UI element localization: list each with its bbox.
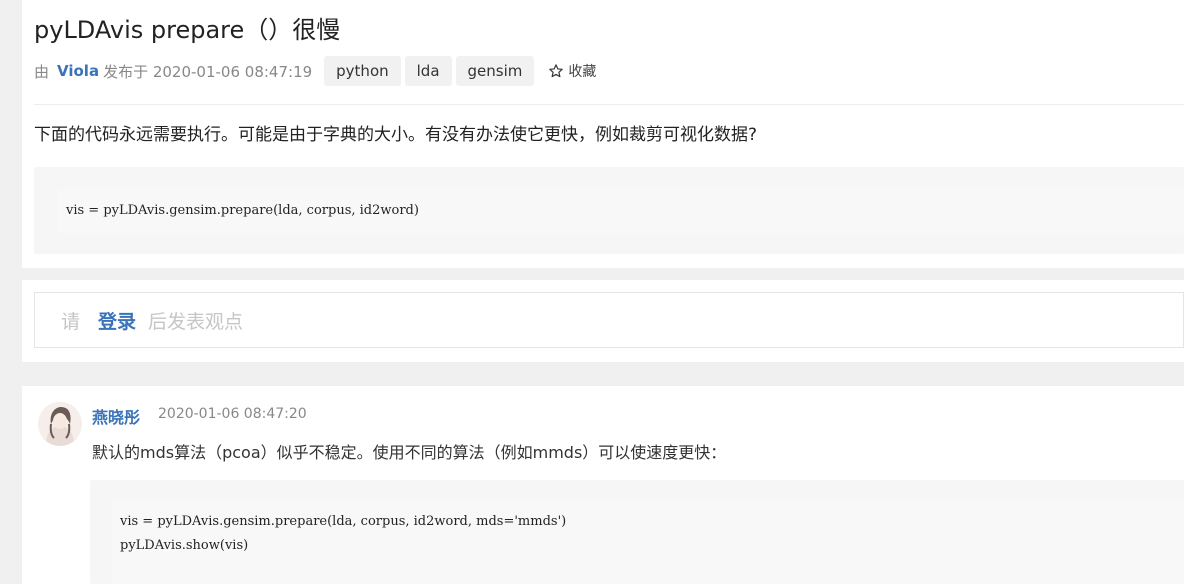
login-link[interactable]: 登录 bbox=[98, 307, 136, 334]
collect-button[interactable]: 收藏 bbox=[548, 61, 596, 81]
star-icon bbox=[549, 64, 564, 78]
code-line: vis = pyLDAvis.gensim.prepare(lda, corpu… bbox=[66, 203, 419, 218]
answer-card: 燕晓彤 2020-01-06 08:47:20 默认的mds算法（pcoa）似乎… bbox=[22, 386, 1184, 584]
tag-list: python lda gensim bbox=[324, 56, 538, 86]
code-inner: vis = pyLDAvis.gensim.prepare(lda, corpu… bbox=[58, 189, 1184, 233]
tag-lda[interactable]: lda bbox=[404, 56, 452, 86]
by-label: 由 bbox=[34, 62, 50, 81]
divider bbox=[34, 104, 1184, 105]
page-title: pyLDAvis prepare（）很慢 bbox=[34, 16, 341, 44]
tag-gensim[interactable]: gensim bbox=[455, 56, 535, 86]
answer-time: 2020-01-06 08:47:20 bbox=[158, 406, 307, 422]
login-prefix: 请 bbox=[61, 310, 81, 333]
code-line: pyLDAvis.show(vis) bbox=[120, 538, 249, 553]
avatar[interactable] bbox=[38, 402, 82, 446]
avatar-image bbox=[38, 402, 82, 446]
login-suffix: 后发表观点 bbox=[148, 310, 244, 333]
code-line: vis = pyLDAvis.gensim.prepare(lda, corpu… bbox=[120, 514, 567, 529]
comment-box[interactable]: 请 登录 后发表观点 bbox=[34, 292, 1184, 348]
answer-code-block: vis = pyLDAvis.gensim.prepare(lda, corpu… bbox=[90, 480, 1184, 584]
question-card: pyLDAvis prepare（）很慢 由 Viola 发布于 2020-01… bbox=[22, 0, 1184, 268]
posted-time: 发布于 2020-01-06 08:47:19 bbox=[103, 62, 313, 81]
author-link[interactable]: Viola bbox=[57, 62, 99, 80]
code-inner: vis = pyLDAvis.gensim.prepare(lda, corpu… bbox=[112, 500, 1184, 584]
login-prompt-card: 请 登录 后发表观点 bbox=[22, 280, 1184, 362]
question-meta: 由 Viola 发布于 2020-01-06 08:47:19 python l… bbox=[34, 56, 596, 86]
tag-python[interactable]: python bbox=[324, 56, 401, 86]
collect-label: 收藏 bbox=[568, 64, 597, 80]
answer-author[interactable]: 燕晓彤 bbox=[92, 404, 140, 428]
question-code-block: vis = pyLDAvis.gensim.prepare(lda, corpu… bbox=[34, 167, 1184, 254]
question-body: 下面的代码永远需要执行。可能是由于字典的大小。有没有办法使它更快，例如裁剪可视化… bbox=[34, 125, 758, 145]
answer-body: 默认的mds算法（pcoa）似乎不稳定。使用不同的算法（例如mmds）可以使速度… bbox=[92, 443, 727, 462]
